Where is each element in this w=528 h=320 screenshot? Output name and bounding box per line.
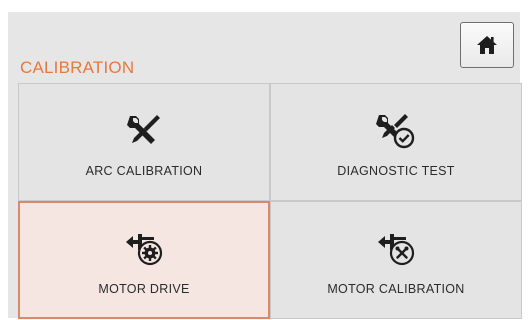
wrench-screwdriver-icon [124,110,164,150]
motor-wrench-icon [374,228,418,268]
motor-calibration-label: MOTOR CALIBRATION [327,282,465,296]
motor-gear-icon [122,228,166,268]
section-title: CALIBRATION [20,58,135,77]
diagnostic-test-tile[interactable]: DIAGNOSTIC TEST [270,83,522,201]
home-button[interactable] [460,22,514,68]
home-icon [477,36,497,54]
tools-check-icon [375,110,417,150]
arc-calibration-tile[interactable]: ARC CALIBRATION [18,83,270,201]
arc-calibration-label: ARC CALIBRATION [85,164,203,178]
motor-drive-tile[interactable]: MOTOR DRIVE [18,201,270,319]
motor-calibration-tile[interactable]: MOTOR CALIBRATION [270,201,522,319]
diagnostic-test-label: DIAGNOSTIC TEST [337,164,455,178]
motor-drive-label: MOTOR DRIVE [98,282,190,296]
calibration-panel: CALIBRATION ARC CALIBRATION DIAGNOSTIC T… [8,12,522,319]
calibration-menu-grid: ARC CALIBRATION DIAGNOSTIC TEST MOTOR DR… [18,83,522,319]
